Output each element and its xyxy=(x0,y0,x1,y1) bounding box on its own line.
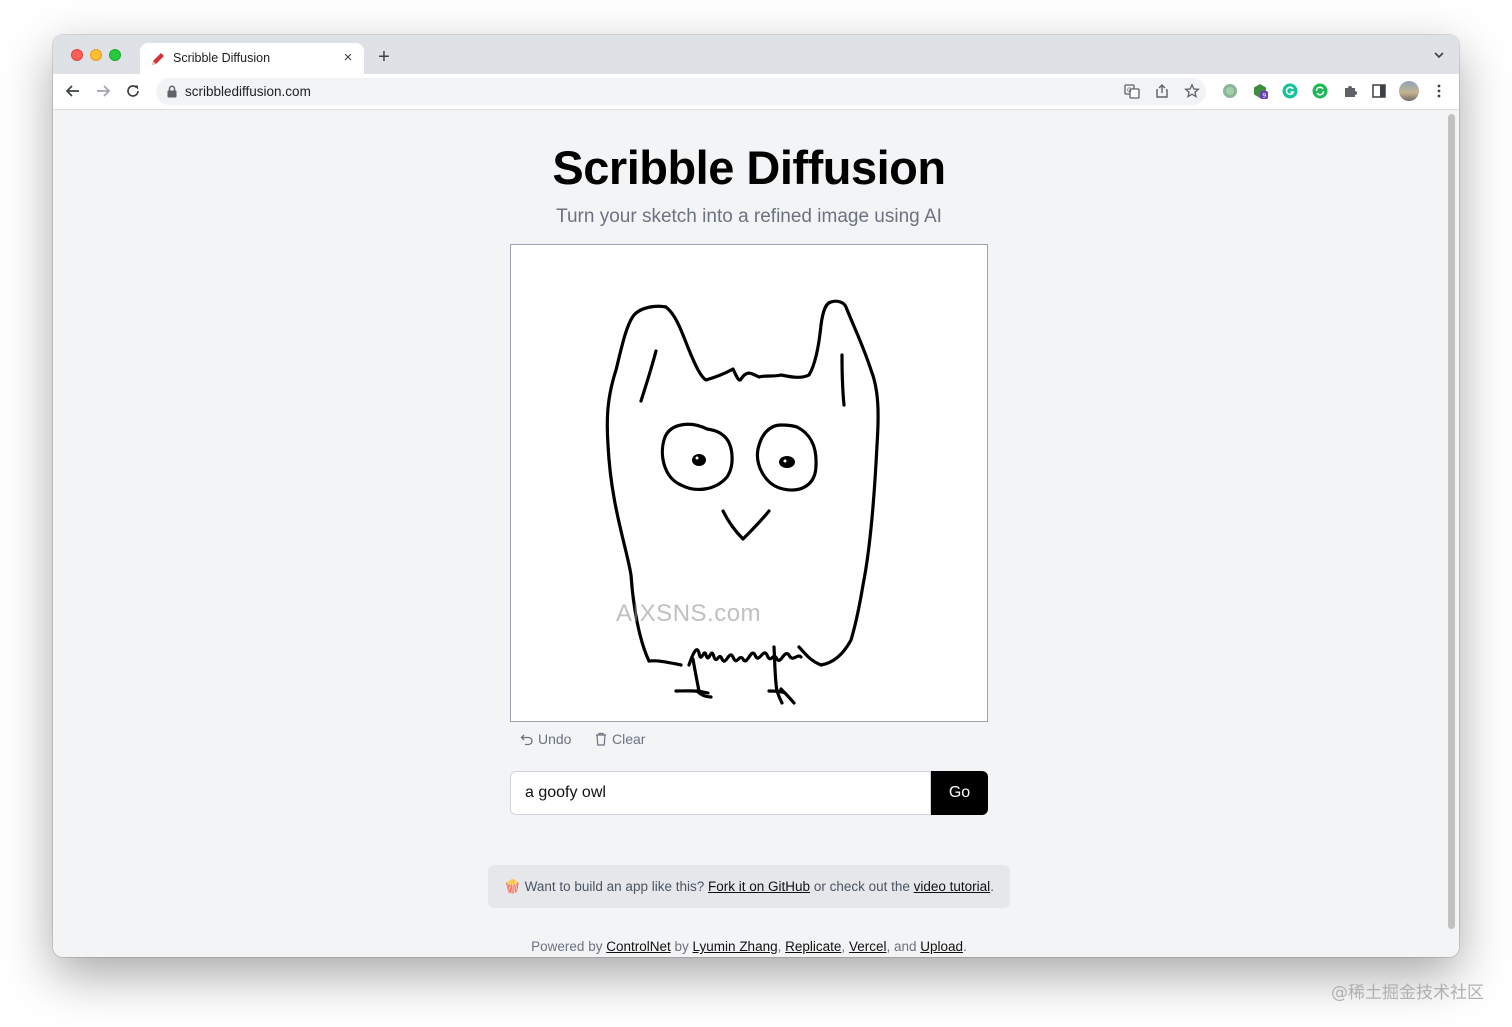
bookmark-star-icon[interactable] xyxy=(1184,83,1200,99)
footer-sep-3: , and xyxy=(886,939,917,954)
pencil-favicon-icon xyxy=(152,53,164,65)
controlnet-link[interactable]: ControlNet xyxy=(606,939,671,954)
trash-icon xyxy=(596,732,606,746)
new-tab-button[interactable]: + xyxy=(373,46,395,68)
footer-by: by xyxy=(674,939,689,954)
footer-credits: Powered by ControlNet by Lyumin Zhang, R… xyxy=(53,939,1445,954)
clear-button[interactable]: Clear xyxy=(594,731,645,747)
promo-text-3: . xyxy=(990,879,994,894)
footer-sep-2: , xyxy=(841,939,846,954)
promo-text-1: Want to build an app like this? xyxy=(524,879,705,894)
popcorn-icon: 🍿 xyxy=(504,879,521,894)
go-button[interactable]: Go xyxy=(931,771,988,815)
profile-avatar-icon[interactable] xyxy=(1399,81,1419,101)
tab-close-icon[interactable]: × xyxy=(340,50,356,66)
page-subtitle: Turn your sketch into a refined image us… xyxy=(556,206,942,227)
replicate-link[interactable]: Replicate xyxy=(785,939,841,954)
browser-tab[interactable]: Scribble Diffusion × xyxy=(140,43,364,74)
zoom-window-button[interactable] xyxy=(109,49,121,61)
sketch-canvas[interactable]: AIXSNS.com xyxy=(510,244,988,722)
share-icon[interactable] xyxy=(1154,83,1170,99)
screenshot-watermark: @稀土掘金技术社区 xyxy=(1331,983,1484,1003)
owl-scribble-drawing xyxy=(605,299,880,705)
undo-icon xyxy=(520,734,533,746)
more-menu-icon[interactable] xyxy=(1431,83,1447,99)
browser-toolbar: scribblediffusion.com G 9 xyxy=(53,74,1459,110)
sync-extension-icon[interactable] xyxy=(1312,83,1328,99)
puzzle-extensions-icon[interactable] xyxy=(1342,83,1358,99)
lock-icon xyxy=(167,85,177,98)
back-arrow-icon[interactable] xyxy=(64,82,82,100)
svg-text:9: 9 xyxy=(1262,92,1266,99)
tab-search-chevron-icon[interactable] xyxy=(1431,47,1447,63)
forward-arrow-icon[interactable] xyxy=(94,82,112,100)
video-tutorial-link[interactable]: video tutorial xyxy=(914,879,991,894)
prompt-form: Go xyxy=(510,771,988,815)
page-title: Scribble Diffusion xyxy=(552,141,946,194)
footer-sep-1: , xyxy=(777,939,782,954)
undo-label: Undo xyxy=(538,731,572,747)
extension-green-circle-icon[interactable] xyxy=(1222,83,1238,99)
tab-strip: Scribble Diffusion × + xyxy=(53,35,1459,74)
grammarly-icon[interactable] xyxy=(1282,83,1298,99)
undo-button[interactable]: Undo xyxy=(520,731,571,747)
url-text: scribblediffusion.com xyxy=(185,84,311,99)
translate-icon[interactable]: G xyxy=(1124,83,1140,99)
page-scrollbar[interactable] xyxy=(1445,110,1459,957)
author-link[interactable]: Lyumin Zhang xyxy=(693,939,778,954)
promo-banner: 🍿 Want to build an app like this? Fork i… xyxy=(488,865,1010,908)
minimize-window-button[interactable] xyxy=(90,49,102,61)
scrollbar-thumb[interactable] xyxy=(1448,114,1455,929)
extension-cube-icon[interactable]: 9 xyxy=(1252,83,1268,99)
vercel-link[interactable]: Vercel xyxy=(849,939,887,954)
side-panel-icon[interactable] xyxy=(1371,83,1387,99)
browser-window: Scribble Diffusion × + scribblediffusion… xyxy=(53,35,1459,957)
page-content: Scribble Diffusion Turn your sketch into… xyxy=(53,110,1445,957)
footer-end: . xyxy=(963,939,967,954)
upload-link[interactable]: Upload xyxy=(920,939,963,954)
reload-icon[interactable] xyxy=(124,82,142,100)
address-bar[interactable]: scribblediffusion.com xyxy=(156,78,1206,105)
tab-title: Scribble Diffusion xyxy=(173,51,271,65)
prompt-input[interactable] xyxy=(510,771,931,815)
canvas-watermark: AIXSNS.com xyxy=(616,600,762,627)
clear-label: Clear xyxy=(612,731,646,747)
svg-text:G: G xyxy=(1127,87,1132,94)
fork-github-link[interactable]: Fork it on GitHub xyxy=(708,879,810,894)
promo-text-2: or check out the xyxy=(813,879,910,894)
footer-prefix: Powered by xyxy=(531,939,603,954)
close-window-button[interactable] xyxy=(71,49,83,61)
